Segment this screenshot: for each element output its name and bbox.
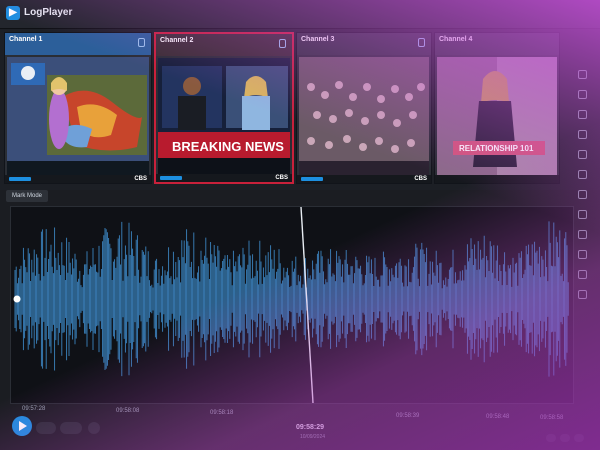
video-feed [299, 57, 429, 175]
timeline-tick: 09:58:08 [116, 408, 140, 414]
app-logo-icon: ▶ [6, 6, 20, 20]
timeline-tick: 09:58:39 [396, 413, 420, 419]
channel-footer: CBS [5, 175, 151, 183]
settings-button[interactable] [88, 422, 100, 434]
audio-waveform [13, 206, 569, 404]
live-indicator [301, 177, 323, 181]
video-feed: RELATIONSHIP 101 [437, 57, 557, 175]
settings-icon[interactable] [578, 110, 587, 119]
right-toolbar [572, 60, 596, 450]
video-feed [7, 57, 149, 175]
channel-footer [435, 175, 559, 183]
channel-name: Channel 2 [160, 37, 194, 44]
channel-grid: Channel 1 CBS Channel 2 BREAKING NEWS CB… [4, 32, 560, 188]
show-title-banner: RELATIONSHIP 101 [459, 144, 534, 153]
app-window: ▶ LogPlayer Channel 1 CBS Channel 2 BREA… [0, 0, 600, 450]
timeline-tick: 09:58:58 [540, 415, 564, 421]
channel-tile-3[interactable]: Channel 3 CBS [296, 32, 432, 184]
search-icon[interactable] [578, 130, 587, 139]
edit-icon[interactable] [578, 170, 587, 179]
menu-icon[interactable] [578, 70, 587, 79]
rewind-button[interactable] [36, 422, 56, 434]
fullscreen-icon[interactable] [560, 434, 570, 442]
channel-name: Channel 3 [301, 36, 335, 43]
timeline-tick: 09:57:28 [22, 406, 46, 412]
waveform-path [14, 221, 569, 377]
timeline-tick: 09:58:48 [486, 414, 510, 420]
play-button[interactable] [12, 416, 32, 436]
channel-footer: CBS [297, 175, 431, 183]
network-logo: CBS [275, 175, 288, 181]
grid-icon[interactable] [578, 190, 587, 199]
lock-icon[interactable] [138, 38, 145, 47]
bookmark-icon[interactable] [578, 210, 587, 219]
network-logo: CBS [134, 176, 147, 182]
channel-header: Channel 1 [5, 33, 151, 55]
timeline-tick: 09:58:18 [210, 410, 234, 416]
live-indicator [9, 177, 31, 181]
mark-mode-button[interactable]: Mark Mode [6, 190, 48, 202]
share-icon[interactable] [578, 250, 587, 259]
channel-header: Channel 4 [435, 33, 559, 55]
search-icon[interactable] [578, 290, 587, 299]
live-indicator [160, 176, 182, 180]
current-date: 10/09/2024 [300, 434, 326, 440]
lock-icon[interactable] [418, 38, 425, 47]
video-feed: BREAKING NEWS [158, 58, 290, 174]
current-time: 09:58:29 [296, 424, 325, 431]
volume-handle[interactable] [13, 295, 21, 303]
channel-footer: CBS [156, 174, 292, 182]
channel-name: Channel 1 [9, 36, 43, 43]
lock-icon[interactable] [578, 90, 587, 99]
channel-name: Channel 4 [439, 36, 473, 43]
channel-header: Channel 2 [156, 34, 292, 56]
text-icon[interactable] [578, 150, 587, 159]
title-bar: ▶ LogPlayer [0, 0, 600, 29]
skip-button-group[interactable] [60, 422, 82, 434]
app-title: LogPlayer [24, 7, 73, 18]
channel-header: Channel 3 [297, 33, 431, 55]
breaking-news-banner: BREAKING NEWS [172, 139, 284, 154]
waveform-panel[interactable] [10, 206, 574, 404]
channel-tile-1[interactable]: Channel 1 CBS [4, 32, 152, 184]
network-logo: CBS [414, 176, 427, 182]
channel-tile-2[interactable]: Channel 2 BREAKING NEWS CBS [154, 32, 294, 184]
channel-tile-4[interactable]: Channel 4 RELATIONSHIP 101 [434, 32, 560, 184]
export-icon[interactable] [578, 270, 587, 279]
settings-icon[interactable] [574, 434, 584, 442]
clip-icon[interactable] [578, 230, 587, 239]
lock-icon[interactable] [279, 39, 286, 48]
volume-icon[interactable] [546, 434, 556, 442]
